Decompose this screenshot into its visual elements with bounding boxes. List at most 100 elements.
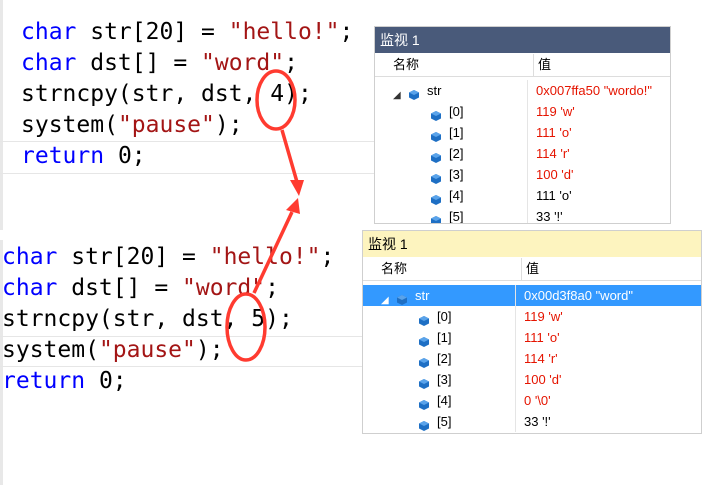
- name-column-header[interactable]: 名称: [387, 54, 534, 76]
- watch-value[interactable]: 0 '\0': [524, 390, 551, 411]
- watch-name: str: [427, 83, 442, 98]
- watch-value[interactable]: 100 'd': [536, 164, 574, 185]
- code-keyword: char: [21, 50, 77, 76]
- column-divider: [527, 143, 528, 164]
- name-column-header[interactable]: 名称: [375, 258, 522, 280]
- code-text: 0;: [85, 368, 127, 394]
- watch-value[interactable]: 0x00d3f8a0 "word": [524, 285, 633, 306]
- column-divider: [527, 80, 528, 101]
- watch-window-1[interactable]: 监视 1 名称 值 ◢ str 0x007ffa50 "wordo!" [0] 119 …: [374, 26, 671, 224]
- column-divider: [515, 390, 516, 411]
- watch-name: [0]: [437, 309, 452, 324]
- watch-row-str[interactable]: ◢ str 0x00d3f8a0 "word": [363, 285, 701, 306]
- watch-value[interactable]: 114 'r': [524, 348, 558, 369]
- code-text: ;: [284, 50, 298, 76]
- code-snippet-2[interactable]: char str[20] = "hello!"; char dst[] = "wo…: [2, 242, 362, 402]
- variable-icon: [419, 332, 429, 347]
- column-divider: [527, 122, 528, 143]
- watch-window-2[interactable]: 监视 1 名称 值 ◢ str 0x00d3f8a0 "word" [0] 119 'w…: [362, 230, 702, 434]
- code-text: dst[] =: [76, 50, 202, 76]
- variable-icon: [431, 211, 441, 223]
- watch-name: [5]: [449, 209, 464, 224]
- code-text: dst[] =: [57, 275, 183, 301]
- code-string: "hello!": [209, 244, 321, 270]
- code-line[interactable]: return 0;: [2, 366, 127, 397]
- watch-title-bar[interactable]: 监视 1: [363, 231, 701, 257]
- watch-value[interactable]: 33 '!': [524, 411, 551, 432]
- variable-icon: [409, 85, 419, 100]
- code-text: );: [214, 112, 243, 138]
- watch-row-element[interactable]: [4] 0 '\0': [363, 390, 701, 411]
- code-string: "word": [182, 275, 266, 301]
- watch-row-element[interactable]: [3] 100 'd': [375, 164, 670, 185]
- variable-icon: [431, 127, 441, 142]
- code-line[interactable]: char dst[] = "word";: [21, 48, 298, 79]
- code-line[interactable]: strncpy(str, dst, 4);: [21, 79, 312, 110]
- variable-icon: [419, 353, 429, 368]
- watch-row-element[interactable]: [4] 111 'o': [375, 185, 670, 206]
- column-divider: [515, 369, 516, 390]
- watch-value[interactable]: 119 'w': [536, 101, 575, 122]
- value-column-header[interactable]: 值: [520, 258, 539, 280]
- code-line[interactable]: return 0;: [21, 141, 146, 172]
- watch-row-element[interactable]: [2] 114 'r': [363, 348, 701, 369]
- code-keyword: char: [21, 19, 77, 45]
- code-text: );: [195, 337, 224, 363]
- code-string: "pause": [117, 112, 215, 138]
- watch-value[interactable]: 114 'r': [536, 143, 570, 164]
- code-keyword: return: [2, 368, 86, 394]
- watch-row-element[interactable]: [5] 33 '!': [375, 206, 670, 224]
- column-divider: [527, 185, 528, 206]
- watch-value[interactable]: 33 '!': [536, 206, 563, 223]
- code-line[interactable]: strncpy(str, dst, 5);: [2, 304, 293, 335]
- code-line[interactable]: char dst[] = "word";: [2, 273, 279, 304]
- code-string: "pause": [98, 337, 196, 363]
- watch-row-element[interactable]: [0] 119 'w': [363, 306, 701, 327]
- code-keyword: char: [2, 275, 58, 301]
- watch-name: [2]: [449, 146, 464, 161]
- code-text: str[20] =: [76, 19, 229, 45]
- column-divider: [527, 101, 528, 122]
- watch-value[interactable]: 119 'w': [524, 306, 563, 327]
- column-divider: [515, 411, 516, 432]
- watch-row-element[interactable]: [1] 111 'o': [375, 122, 670, 143]
- variable-icon: [431, 169, 441, 184]
- code-line[interactable]: char str[20] = "hello!";: [21, 17, 353, 48]
- watch-value[interactable]: 100 'd': [524, 369, 562, 390]
- watch-row-element[interactable]: [3] 100 'd': [363, 369, 701, 390]
- code-line[interactable]: system("pause");: [2, 335, 224, 366]
- watch-row-element[interactable]: [0] 119 'w': [375, 101, 670, 122]
- code-snippet-1[interactable]: char str[20] = "hello!"; char dst[] = "wo…: [21, 17, 381, 177]
- watch-row-element[interactable]: [5] 33 '!': [363, 411, 701, 432]
- watch-value[interactable]: 111 'o': [536, 122, 572, 143]
- watch-value[interactable]: 111 'o': [536, 185, 572, 206]
- code-string: "hello!": [228, 19, 340, 45]
- code-keyword: return: [21, 143, 105, 169]
- variable-icon: [431, 106, 441, 121]
- watch-value[interactable]: 0x007ffa50 "wordo!": [536, 80, 652, 101]
- code-text: ;: [320, 244, 335, 270]
- code-line[interactable]: char str[20] = "hello!";: [2, 242, 334, 273]
- watch-name: [3]: [437, 372, 452, 387]
- variable-icon: [431, 190, 441, 205]
- watch-row-element[interactable]: [2] 114 'r': [375, 143, 670, 164]
- code-text: ;: [339, 19, 354, 45]
- watch-name: [2]: [437, 351, 452, 366]
- variable-icon: [419, 416, 429, 431]
- value-column-header[interactable]: 值: [532, 54, 551, 76]
- watch-title-bar[interactable]: 监视 1: [375, 27, 670, 53]
- watch-name: [4]: [437, 393, 452, 408]
- code-line[interactable]: system("pause");: [21, 110, 243, 141]
- variable-icon: [419, 395, 429, 410]
- watch-row-element[interactable]: [1] 111 'o': [363, 327, 701, 348]
- watch-value[interactable]: 111 'o': [524, 327, 560, 348]
- variable-icon: [419, 311, 429, 326]
- code-text: strncpy(str, dst, 5);: [2, 306, 293, 332]
- watch-row-str[interactable]: ◢ str 0x007ffa50 "wordo!": [375, 80, 670, 101]
- watch-name: [5]: [437, 414, 452, 429]
- annotation-arrowhead-up: [286, 198, 300, 214]
- watch-column-header: 名称 值: [375, 54, 670, 77]
- watch-name: [1]: [449, 125, 464, 140]
- code-text: str[20] =: [57, 244, 210, 270]
- watch-name: str: [415, 288, 430, 303]
